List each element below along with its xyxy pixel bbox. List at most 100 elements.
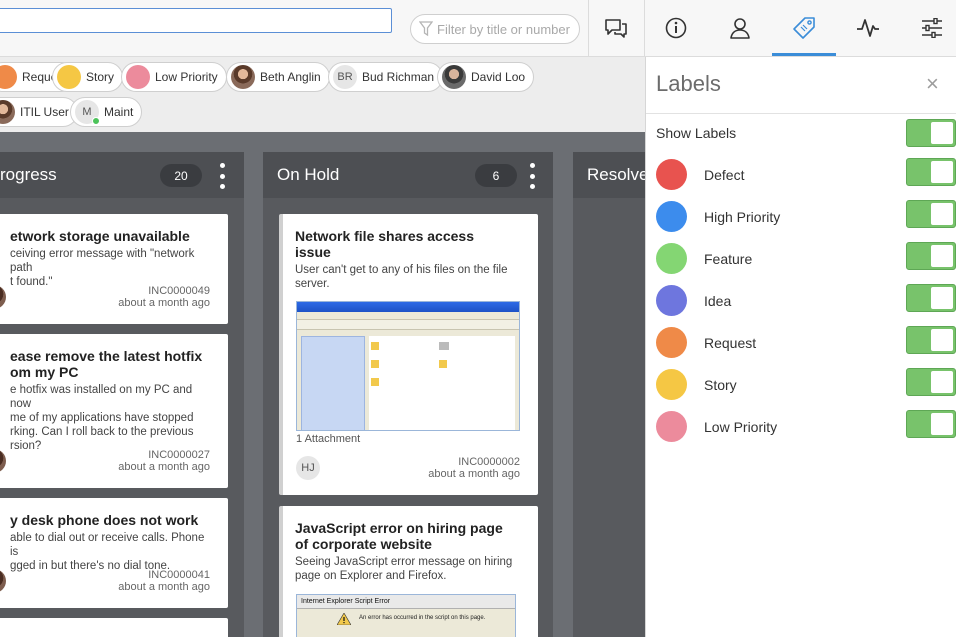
chip-bud-richman[interactable]: BR Bud Richman	[328, 62, 444, 92]
card-description: User can't get to any of his files on th…	[295, 264, 508, 290]
label-color-dot	[656, 369, 687, 400]
settings-button[interactable]	[900, 0, 956, 56]
card-description: e hotfix was installed on my PC and now m…	[10, 384, 194, 452]
column-title: Resolve	[587, 165, 649, 184]
chip-david-loo[interactable]: David Loo	[437, 62, 535, 92]
card-description: able to dial out or receive calls. Phone…	[10, 532, 205, 572]
search-input[interactable]	[0, 8, 392, 33]
card-inc0000049[interactable]: etwork storage unavailable ceiving error…	[0, 214, 228, 324]
card-partial[interactable]	[0, 618, 228, 637]
column-header: rogress 20	[0, 152, 244, 198]
chip-label: Story	[86, 70, 115, 84]
card-time: about a month ago	[118, 581, 210, 593]
label-name: Story	[704, 377, 737, 393]
info-button[interactable]	[644, 0, 708, 56]
card-title: Network file shares access issue	[295, 228, 474, 260]
chip-beth-anglin[interactable]: Beth Anglin	[226, 62, 330, 92]
thumbnail-sidebar	[301, 336, 365, 430]
attachment-thumbnail[interactable]	[296, 301, 520, 431]
column-header: On Hold 6	[263, 152, 553, 198]
column-menu-icon[interactable]	[526, 163, 538, 189]
card-inc0000027[interactable]: ease remove the latest hotfix om my PC e …	[0, 334, 228, 488]
chip-low-priority[interactable]: Low Priority	[121, 62, 227, 92]
card-time: about a month ago	[118, 461, 210, 473]
chip-label: Low Priority	[155, 70, 218, 84]
panel-title: Labels	[656, 71, 721, 96]
card-meta: INC0000041 about a month ago	[118, 569, 210, 593]
info-icon	[665, 17, 687, 39]
thumbnail-window-titlebar	[297, 302, 519, 312]
column-count-badge: 6	[475, 164, 517, 187]
card-title: y desk phone does not work	[10, 512, 199, 528]
attachment-thumbnail[interactable]: Internet Explorer Script Error An error …	[296, 594, 516, 637]
avatar	[0, 285, 6, 309]
card-meta: INC0000002 about a month ago	[428, 456, 520, 480]
thumbnail-window-title: Internet Explorer Script Error	[297, 595, 515, 609]
toggle-idea[interactable]	[906, 284, 956, 312]
label-color-dot	[656, 243, 687, 274]
card-meta: INC0000049 about a month ago	[118, 285, 210, 309]
card-title: ease remove the latest hotfix om my PC	[10, 348, 203, 380]
toggle-defect[interactable]	[906, 158, 956, 186]
column-count-badge: 20	[160, 164, 202, 187]
card-description: ceiving error message with "network path…	[10, 248, 195, 288]
avatar	[0, 100, 15, 124]
avatar	[0, 449, 6, 473]
avatar: M	[75, 100, 100, 125]
label-name: Defect	[704, 167, 745, 183]
column-title: rogress	[0, 165, 57, 184]
chip-label: ITIL User	[20, 105, 69, 119]
card-inc0000002[interactable]: Network file shares access issue User can…	[279, 214, 538, 495]
online-status-dot	[92, 117, 100, 125]
chip-label: Beth Anglin	[260, 70, 321, 84]
label-color-dot	[57, 65, 81, 89]
avatar	[231, 65, 255, 89]
activity-button[interactable]	[836, 0, 900, 56]
card-number: INC0000049	[148, 285, 210, 297]
card-description: Seeing JavaScript error message on hirin…	[295, 556, 513, 582]
chip-maint[interactable]: M Maint	[70, 97, 143, 127]
toggle-high-priority[interactable]	[906, 200, 956, 228]
attachment-count: 1 Attachment	[296, 433, 361, 445]
card-javascript-error[interactable]: JavaScript error on hiring page of corpor…	[279, 506, 538, 637]
members-button[interactable]	[708, 0, 772, 56]
column-menu-icon[interactable]	[216, 163, 228, 189]
card-time: about a month ago	[118, 297, 210, 309]
toggle-request[interactable]	[906, 326, 956, 354]
chip-label: Maint	[104, 105, 134, 119]
labels-button[interactable]	[772, 0, 836, 56]
filter-chip-area: Request Story Low Priority Beth Anglin B…	[0, 57, 645, 132]
label-color-dot	[126, 65, 150, 89]
filter-input[interactable]: Filter by title or number	[410, 14, 580, 44]
column-title: On Hold	[277, 165, 340, 184]
close-icon[interactable]: ×	[926, 73, 939, 95]
label-name: High Priority	[704, 209, 781, 225]
top-toolbar: Filter by title or number	[0, 0, 956, 57]
card-title: JavaScript error on hiring page of corpor…	[295, 520, 503, 552]
toggle-low-priority[interactable]	[906, 410, 956, 438]
label-color-dot	[656, 327, 687, 358]
label-color-dot	[656, 285, 687, 316]
toggle-story[interactable]	[906, 368, 956, 396]
card-number: INC0000027	[148, 449, 210, 461]
panel-divider	[646, 113, 956, 114]
column-header: Resolve	[573, 152, 653, 198]
show-labels-text: Show Labels	[656, 125, 737, 141]
filter-placeholder: Filter by title or number	[437, 21, 570, 37]
avatar	[0, 569, 6, 593]
sliders-icon	[922, 18, 942, 38]
chip-label: Bud Richman	[362, 70, 435, 84]
label-color-dot	[656, 411, 687, 442]
activity-icon	[857, 19, 879, 37]
show-labels-toggle[interactable]	[906, 119, 956, 147]
thumbnail-error-text: An error has occurred in the script on t…	[359, 615, 486, 621]
user-icon	[730, 18, 750, 39]
conversation-button[interactable]	[584, 0, 648, 56]
toggle-feature[interactable]	[906, 242, 956, 270]
label-color-dot	[0, 65, 17, 89]
chip-story[interactable]: Story	[52, 62, 124, 92]
label-color-dot	[656, 201, 687, 232]
card-inc0000041[interactable]: y desk phone does not work able to dial …	[0, 498, 228, 608]
chip-itil-user[interactable]: ITIL User	[0, 97, 78, 127]
label-name: Feature	[704, 251, 753, 267]
